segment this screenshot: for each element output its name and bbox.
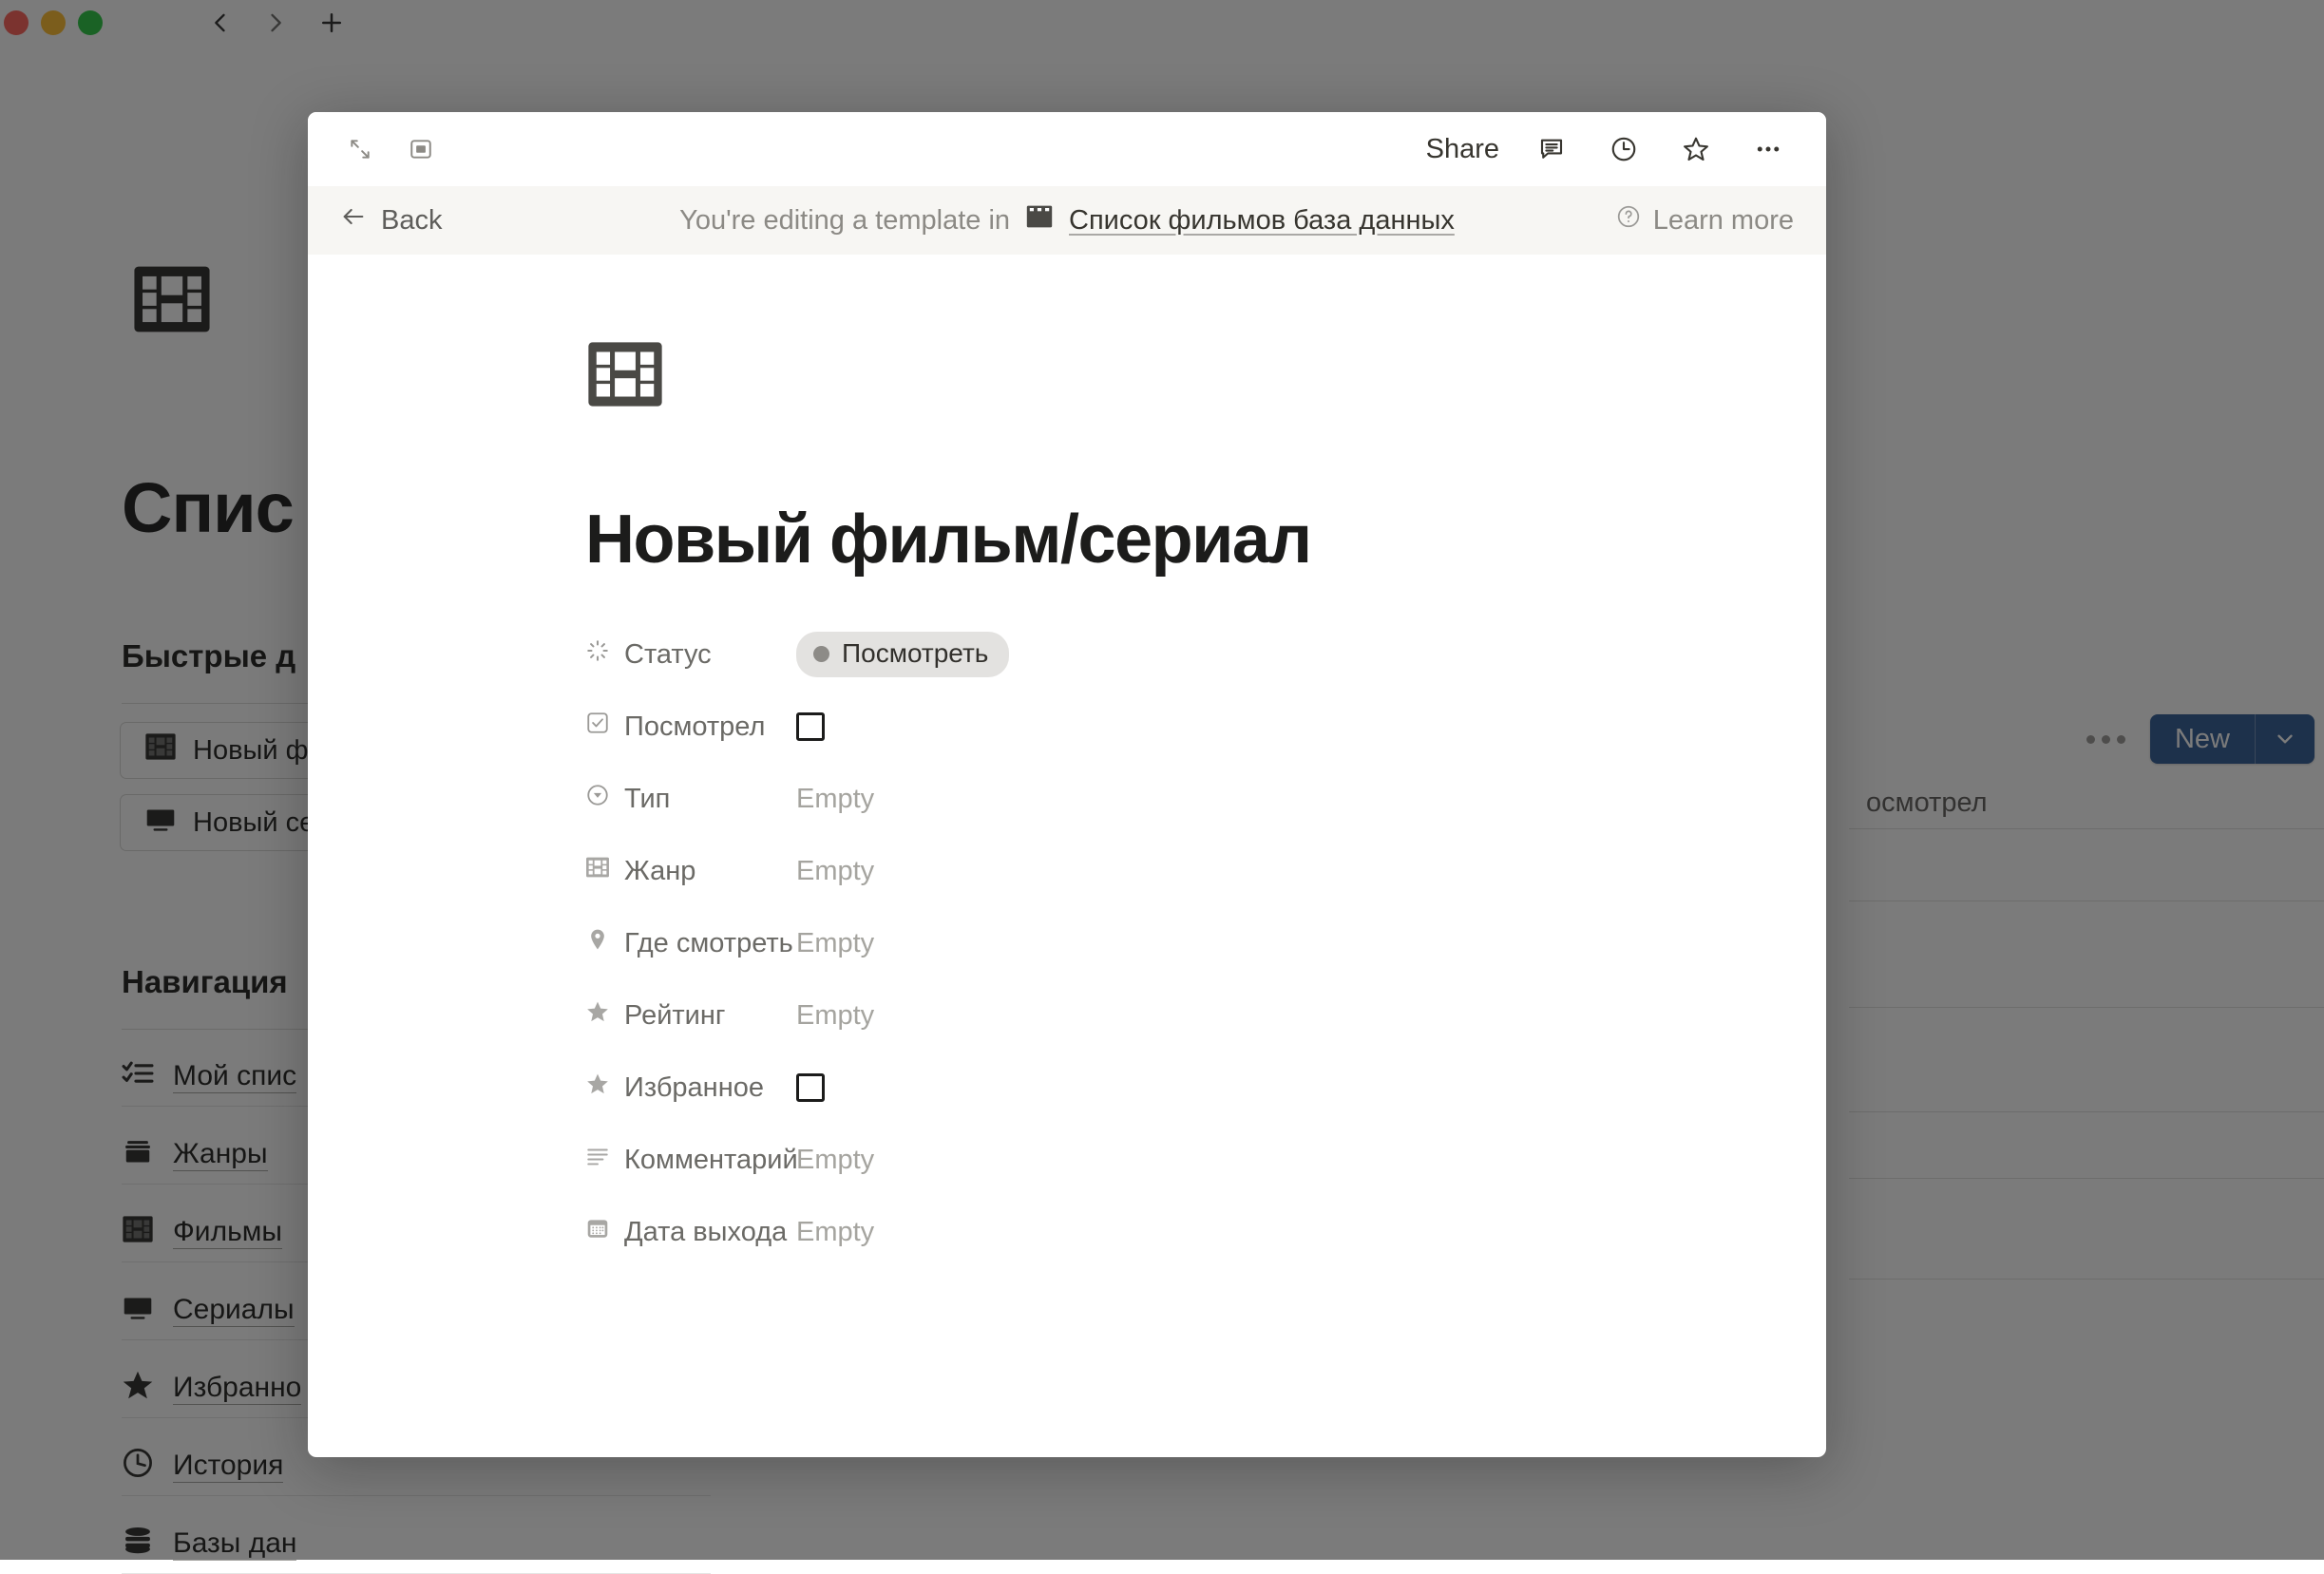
banner-text: You're editing a template in — [679, 205, 1010, 237]
property-value-comment[interactable]: Empty — [796, 1145, 874, 1176]
star-icon — [585, 999, 610, 1032]
property-label: Где смотреть — [624, 928, 793, 959]
property-name-where-to-watch[interactable]: Где смотреть — [585, 927, 796, 959]
star-icon — [585, 1071, 610, 1104]
property-name-release-date[interactable]: Дата выхода — [585, 1216, 796, 1248]
property-label: Дата выхода — [624, 1217, 787, 1248]
share-button[interactable]: Share — [1426, 134, 1499, 165]
star-outline-icon[interactable] — [1676, 129, 1716, 169]
property-row-watched[interactable]: Посмотрел — [585, 691, 1826, 763]
property-row-favorite[interactable]: Избранное — [585, 1052, 1826, 1124]
status-dot-icon — [813, 646, 829, 662]
learn-more-label: Learn more — [1653, 205, 1794, 237]
property-value-watched[interactable] — [796, 712, 825, 741]
property-name-genre[interactable]: Жанр — [585, 855, 796, 887]
calendar-icon — [585, 1216, 610, 1248]
status-badge-label: Посмотреть — [842, 638, 988, 669]
expand-arrows-icon[interactable] — [340, 129, 380, 169]
map-pin-icon — [585, 927, 610, 959]
film-strip-icon[interactable] — [585, 402, 665, 418]
property-label: Посмотрел — [624, 711, 765, 743]
learn-more-link[interactable]: Learn more — [1616, 204, 1794, 237]
property-label: Жанр — [624, 856, 695, 887]
modal-topbar: Share — [308, 112, 1826, 186]
question-circle-icon — [1616, 204, 1641, 237]
property-name-rating[interactable]: Рейтинг — [585, 999, 796, 1032]
property-row-where-to-watch[interactable]: Где смотреть Empty — [585, 907, 1826, 979]
arrow-left-icon — [340, 203, 367, 237]
checkbox-icon — [585, 711, 610, 743]
ellipsis-icon[interactable] — [1748, 129, 1788, 169]
property-name-watched[interactable]: Посмотрел — [585, 711, 796, 743]
back-label: Back — [381, 205, 442, 237]
property-name-comment[interactable]: Комментарий — [585, 1144, 796, 1176]
select-circle-icon — [585, 783, 610, 815]
modal-body: Новый фильм/сериал Статус — [308, 255, 1826, 1268]
side-peek-icon[interactable] — [401, 129, 441, 169]
property-row-type[interactable]: Тип Empty — [585, 763, 1826, 835]
property-label: Статус — [624, 639, 712, 671]
property-row-comment[interactable]: Комментарий Empty — [585, 1124, 1826, 1196]
template-peek-modal: Share — [308, 112, 1826, 1457]
property-value-favorite[interactable] — [796, 1073, 825, 1102]
text-lines-icon — [585, 1144, 610, 1176]
film-strip-icon — [585, 855, 610, 887]
property-value-where-to-watch[interactable]: Empty — [796, 928, 874, 959]
property-label: Комментарий — [624, 1145, 798, 1176]
status-spinner-icon — [585, 638, 610, 671]
property-value-rating[interactable]: Empty — [796, 1000, 874, 1032]
property-value-release-date[interactable]: Empty — [796, 1217, 874, 1248]
back-button[interactable]: Back — [340, 203, 442, 237]
comment-icon[interactable] — [1532, 129, 1572, 169]
page-title[interactable]: Новый фильм/сериал — [585, 501, 1826, 578]
property-name-status[interactable]: Статус — [585, 638, 796, 671]
property-name-favorite[interactable]: Избранное — [585, 1071, 796, 1104]
property-row-release-date[interactable]: Дата выхода Empty — [585, 1196, 1826, 1268]
property-label: Избранное — [624, 1072, 764, 1104]
banner-message: You're editing a template in Список филь… — [308, 202, 1826, 238]
favorite-checkbox[interactable] — [796, 1073, 825, 1102]
property-value-status[interactable]: Посмотреть — [796, 632, 1009, 677]
property-row-status[interactable]: Статус Посмотреть — [585, 618, 1826, 691]
template-editing-banner: Back You're editing a template in Список… — [308, 186, 1826, 255]
property-value-type[interactable]: Empty — [796, 784, 874, 815]
property-row-rating[interactable]: Рейтинг Empty — [585, 979, 1826, 1052]
film-strip-icon — [1025, 202, 1054, 238]
property-row-genre[interactable]: Жанр Empty — [585, 835, 1826, 907]
property-label: Рейтинг — [624, 1000, 725, 1032]
clock-icon[interactable] — [1604, 129, 1644, 169]
property-name-type[interactable]: Тип — [585, 783, 796, 815]
watched-checkbox[interactable] — [796, 712, 825, 741]
database-link[interactable]: Список фильмов база данных — [1069, 205, 1455, 237]
property-value-genre[interactable]: Empty — [796, 856, 874, 887]
property-label: Тип — [624, 784, 670, 815]
status-badge[interactable]: Посмотреть — [796, 632, 1009, 677]
properties-list: Статус Посмотреть Посмотрел — [585, 618, 1826, 1268]
